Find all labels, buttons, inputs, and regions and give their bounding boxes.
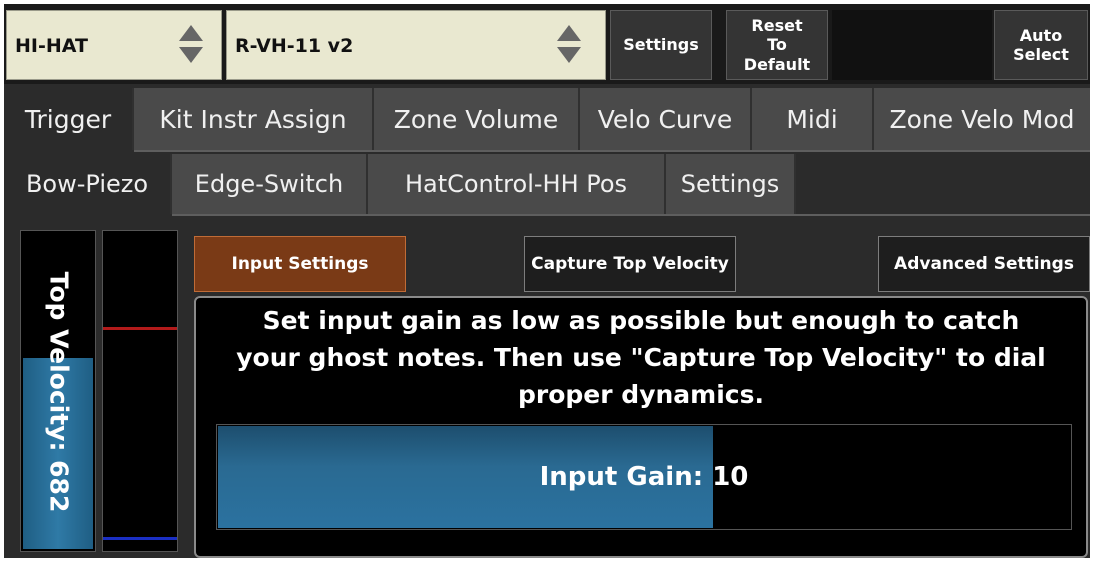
dropdown-arrows-icon [179,25,203,65]
top-toolbar: HI-HAT R-VH-11 v2 Settings Reset To Defa… [4,4,1090,84]
tab-label: Zone Volume [393,104,559,134]
input-gain-label: Input Gain: [539,462,704,492]
model-dropdown[interactable]: R-VH-11 v2 [226,10,606,80]
dropdown-arrows-icon [557,25,581,65]
advanced-settings-label: Advanced Settings [894,254,1074,274]
tab-label: Settings [680,170,780,198]
instructions-text: Set input gain as low as possible but en… [236,306,1046,409]
tab-label: Trigger [24,104,112,134]
capture-top-velocity-label: Capture Top Velocity [531,254,729,274]
tab-label: HatControl-HH Pos [404,170,628,198]
main-tabs: Trigger Kit Instr Assign Zone Volume Vel… [4,88,1090,150]
advanced-settings-button[interactable]: Advanced Settings [878,236,1090,292]
tab-velo-curve[interactable]: Velo Curve [580,88,752,150]
trigger-content: Top Velocity: 682 Input Settings Capture… [4,218,1090,558]
reset-button-label: Reset To Default [743,16,811,74]
tab-sub-settings[interactable]: Settings [666,154,796,214]
tab-midi[interactable]: Midi [752,88,874,150]
threshold-low-line [103,536,177,540]
drum-module-app: HI-HAT R-VH-11 v2 Settings Reset To Defa… [4,4,1090,558]
tab-label: Edge-Switch [194,170,344,198]
tab-zone-velo-mod[interactable]: Zone Velo Mod [874,88,1090,150]
tab-label: Bow-Piezo [25,170,149,198]
input-gain-slider[interactable]: Input Gain: 10 [216,424,1072,530]
capture-top-velocity-button[interactable]: Capture Top Velocity [524,236,736,292]
instrument-dropdown[interactable]: HI-HAT [6,10,222,80]
reset-to-default-button[interactable]: Reset To Default [726,10,828,80]
tab-label: Kit Instr Assign [159,104,347,134]
threshold-high-line [103,327,177,331]
tab-zone-volume[interactable]: Zone Volume [374,88,580,150]
toolbar-spacer [832,10,992,80]
tab-label: Midi [786,104,838,134]
auto-select-label: Auto Select [1013,25,1069,64]
top-velocity-meter: Top Velocity: 682 [20,230,96,552]
tab-kit-instr-assign[interactable]: Kit Instr Assign [134,88,374,150]
tab-label: Velo Curve [597,104,733,134]
tab-edge-switch[interactable]: Edge-Switch [172,154,368,214]
input-gain-value: 10 [712,462,749,492]
tab-bow-piezo[interactable]: Bow-Piezo [4,154,172,214]
sub-tabs: Bow-Piezo Edge-Switch HatControl-HH Pos … [4,154,1090,214]
tab-divider [172,214,1090,216]
auto-select-button[interactable]: Auto Select [994,10,1088,80]
hit-level-meter [102,230,178,552]
input-settings-label: Input Settings [231,254,369,274]
tab-trigger[interactable]: Trigger [4,88,134,150]
input-settings-button[interactable]: Input Settings [194,236,406,292]
input-gain-readout: Input Gain: 10 [217,425,1071,529]
top-velocity-label: Top Velocity: 682 [44,271,74,513]
instrument-value: HI-HAT [15,35,88,57]
tab-divider [134,150,1090,152]
settings-button-label: Settings [623,35,699,55]
settings-button[interactable]: Settings [610,10,712,80]
input-settings-panel: Set input gain as low as possible but en… [194,296,1088,558]
tab-label: Zone Velo Mod [889,104,1075,134]
tab-hatcontrol-hh-pos[interactable]: HatControl-HH Pos [368,154,666,214]
model-value: R-VH-11 v2 [235,35,354,57]
